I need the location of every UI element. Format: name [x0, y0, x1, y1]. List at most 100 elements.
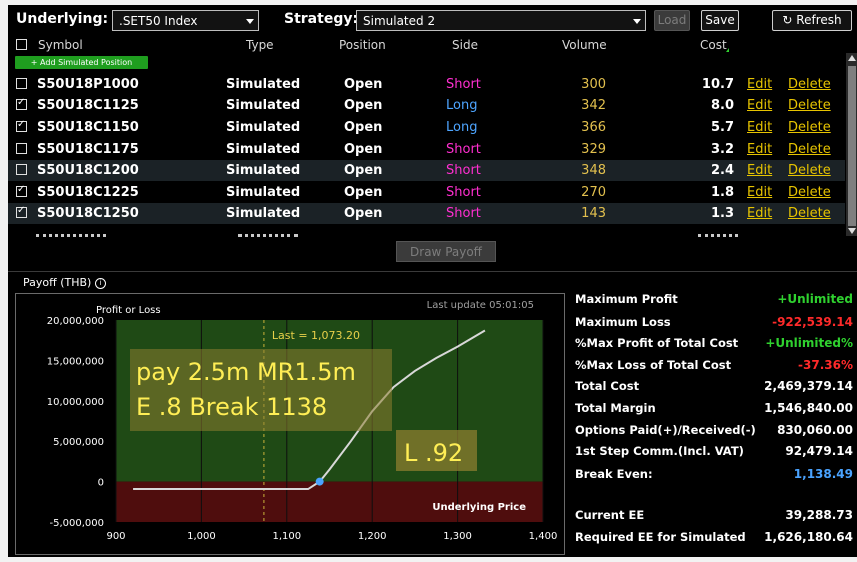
stat-label: Total Margin [575, 401, 656, 415]
col-volume[interactable]: Volume [562, 37, 607, 53]
row-checkbox[interactable] [16, 184, 27, 197]
delete-link[interactable]: Delete [788, 117, 831, 138]
x-axis-ticks: 900 1,000 1,100 1,200 1,300 1,400 [106, 531, 557, 542]
table-row[interactable]: S50U18C1150 Simulated Open Long 366 5.7 Edit De… [8, 117, 845, 138]
stat-label: Break Even: [575, 467, 653, 481]
type-cell: Simulated [226, 206, 301, 221]
y-axis-label: Profit or Loss [96, 305, 161, 316]
stat-row: Total Cost 2,469,379.14 [575, 379, 853, 399]
col-type[interactable]: Type [246, 37, 274, 53]
load-button[interactable]: Load [654, 10, 690, 31]
edit-link[interactable]: Edit [747, 95, 772, 116]
stat-label: Required EE for Simulated [575, 530, 746, 544]
stat-value: +Unlimited% [765, 336, 853, 350]
stat-label: %Max Loss of Total Cost [575, 358, 732, 372]
delete-link[interactable]: Delete [788, 182, 831, 203]
select-all-checkbox[interactable] [16, 39, 27, 50]
add-simulated-position-button[interactable]: + Add Simulated Position [15, 56, 148, 69]
table-row[interactable]: S50U18C1225 Simulated Open Short 270 1.8 Edit D… [8, 182, 845, 203]
stat-row: %Max Profit of Total Cost +Unlimited% [575, 336, 853, 356]
delete-link[interactable]: Delete [788, 139, 831, 160]
edit-link[interactable]: Edit [747, 117, 772, 138]
edit-link[interactable]: Edit [747, 139, 772, 160]
scroll-up-icon[interactable] [848, 55, 856, 61]
cost-cell: 1.8 [710, 185, 734, 200]
col-side[interactable]: Side [452, 37, 478, 53]
volume-cell: 270 [581, 185, 606, 200]
symbol-cell: S50U18C1150 [37, 120, 139, 135]
volume-cell: 366 [581, 120, 606, 135]
stat-row: Options Paid(+)/Received(-) 830,060.00 [575, 423, 853, 443]
type-cell: Simulated [226, 98, 301, 113]
stat-value: 39,288.73 [785, 508, 853, 522]
side-cell: Short [446, 206, 481, 221]
chevron-down-icon [633, 19, 641, 24]
col-position[interactable]: Position [339, 37, 386, 53]
table-row[interactable]: S50U18C1175 Simulated Open Short 329 3.2 Edit D… [8, 139, 845, 160]
row-checkbox[interactable] [16, 143, 27, 154]
draw-payoff-button[interactable]: Draw Payoff [396, 241, 496, 262]
type-cell: Simulated [226, 142, 301, 157]
row-checkbox[interactable] [16, 97, 27, 110]
symbol-cell: S50U18C1250 [37, 206, 139, 221]
edit-link[interactable]: Edit [747, 160, 772, 181]
stat-label: Options Paid(+)/Received(-) [575, 423, 756, 437]
edit-link[interactable]: Edit [747, 74, 772, 95]
side-cell: Short [446, 77, 481, 92]
col-symbol[interactable]: Symbol [38, 37, 83, 53]
edit-link[interactable]: Edit [747, 203, 772, 224]
row-checkbox[interactable] [16, 119, 27, 132]
x-tick-label: 1,300 [443, 531, 472, 542]
annotation-box2-text: L .92 [404, 439, 463, 467]
delete-link[interactable]: Delete [788, 203, 831, 224]
stat-row: Break Even: 1,138.49 [575, 467, 853, 487]
stat-value: 830,060.00 [777, 423, 853, 437]
position-cell: Open [344, 98, 383, 113]
stat-value: -922,539.14 [772, 315, 853, 329]
table-row[interactable]: S50U18C1125 Simulated Open Long 342 8.0 Edit De… [8, 95, 845, 116]
volume-cell: 300 [581, 77, 606, 92]
delete-link[interactable]: Delete [788, 95, 831, 116]
row-checkbox[interactable] [16, 78, 27, 89]
volume-cell: 329 [581, 142, 606, 157]
scroll-thumb[interactable] [848, 66, 856, 226]
info-icon[interactable]: i [94, 277, 106, 289]
volume-cell: 348 [581, 163, 606, 178]
stat-value: 2,469,379.14 [764, 379, 853, 393]
y-tick-label: 10,000,000 [47, 397, 104, 408]
row-checkbox[interactable] [16, 164, 27, 175]
delete-link[interactable]: Delete [788, 160, 831, 181]
stat-label: Current EE [575, 508, 645, 522]
strategy-value: Simulated 2 [363, 14, 436, 28]
table-row[interactable]: S50U18P1000 Simulated Open Short 300 10.7 Edit… [8, 74, 845, 95]
strategy-label: Strategy: [284, 11, 359, 27]
table-row[interactable]: S50U18C1250 Simulated Open Short 143 1.3 Edit D… [8, 203, 845, 224]
payoff-title-text: Payoff (THB) [23, 276, 92, 289]
delete-link[interactable]: Delete [788, 74, 831, 95]
divider [8, 271, 857, 272]
edit-link[interactable]: Edit [747, 182, 772, 203]
side-cell: Short [446, 185, 481, 200]
scroll-down-icon[interactable] [848, 228, 856, 234]
y-tick-label: 0 [98, 478, 104, 489]
refresh-label: Refresh [796, 13, 842, 27]
refresh-button[interactable]: ↻ Refresh [772, 10, 852, 31]
underlying-select[interactable]: .SET50 Index [112, 10, 259, 31]
save-button[interactable]: Save [701, 10, 739, 31]
table-row[interactable]: S50U18C1200 Simulated Open Short 348 2.4 Edit D… [8, 160, 845, 181]
underlying-value: .SET50 Index [119, 14, 198, 28]
symbol-cell: S50U18P1000 [37, 77, 139, 92]
stat-label: %Max Profit of Total Cost [575, 336, 739, 350]
table-scrollbar[interactable] [846, 53, 857, 236]
side-cell: Short [446, 163, 481, 178]
payoff-chart: Last = 1,073.20 20,000,000 15,000,000 10,0… [15, 293, 565, 555]
position-cell: Open [344, 77, 383, 92]
col-cost[interactable]: Cost [700, 37, 727, 53]
volume-cell: 143 [581, 206, 606, 221]
side-cell: Short [446, 142, 481, 157]
strategy-select[interactable]: Simulated 2 [356, 10, 646, 31]
row-checkbox[interactable] [16, 205, 27, 218]
y-tick-label: -5,000,000 [49, 518, 104, 529]
annotation-line2: E .8 Break 1138 [136, 393, 327, 421]
stat-value: 92,479.14 [785, 444, 853, 458]
